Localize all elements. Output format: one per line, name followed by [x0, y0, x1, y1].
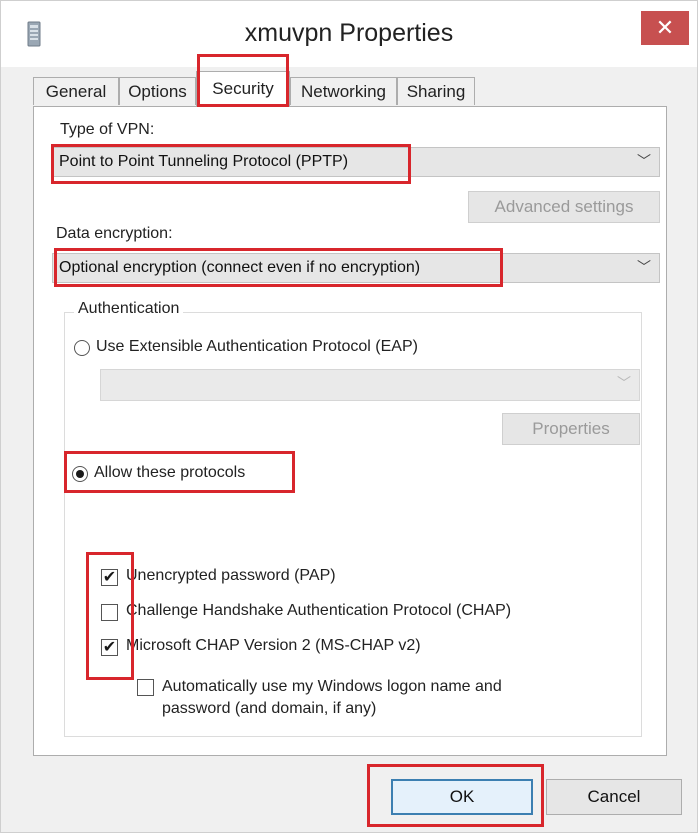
- vpn-type-label: Type of VPN:: [60, 121, 155, 138]
- vpn-type-value: Point to Point Tunneling Protocol (PPTP): [59, 153, 349, 170]
- data-encryption-label: Data encryption:: [56, 225, 173, 242]
- data-encryption-value: Optional encryption (connect even if no …: [59, 259, 421, 276]
- eap-radio[interactable]: [74, 340, 90, 356]
- close-button[interactable]: ✕: [641, 11, 689, 45]
- tab-options[interactable]: Options: [119, 77, 196, 105]
- allow-protocols-radio[interactable]: [72, 466, 88, 482]
- auto-logon-label[interactable]: Automatically use my Windows logon name …: [162, 676, 502, 720]
- close-icon: ✕: [655, 15, 675, 41]
- ms-chap-v2-label[interactable]: Microsoft CHAP Version 2 (MS-CHAP v2): [126, 637, 421, 655]
- authentication-legend: Authentication: [74, 300, 184, 318]
- ok-button[interactable]: OK: [391, 779, 533, 815]
- tab-sharing[interactable]: Sharing: [397, 77, 475, 105]
- ms-chap-v2-checkbox[interactable]: ✔: [101, 639, 118, 656]
- data-encryption-select[interactable]: Optional encryption (connect even if no …: [52, 253, 660, 283]
- window-title: xmuvpn Properties: [244, 19, 454, 47]
- properties-dialog: xmuvpn Properties ✕ General Options Secu…: [0, 0, 698, 833]
- chevron-down-icon: ﹀: [637, 154, 651, 170]
- vpn-type-select[interactable]: Point to Point Tunneling Protocol (PPTP)…: [52, 147, 660, 177]
- chap-checkbox[interactable]: [101, 604, 118, 621]
- auto-logon-checkbox[interactable]: [137, 679, 154, 696]
- tab-networking[interactable]: Networking: [290, 77, 397, 105]
- auto-logon-label-line1: Automatically use my Windows logon name …: [162, 678, 502, 695]
- pap-checkbox[interactable]: ✔: [101, 569, 118, 586]
- title-bar: xmuvpn Properties ✕: [1, 1, 697, 67]
- security-panel: Type of VPN: Point to Point Tunneling Pr…: [33, 106, 667, 756]
- eap-properties-button[interactable]: Properties: [502, 413, 640, 445]
- eap-radio-label[interactable]: Use Extensible Authentication Protocol (…: [96, 338, 418, 356]
- chevron-down-icon: ﹀: [637, 260, 651, 276]
- chap-label[interactable]: Challenge Handshake Authentication Proto…: [126, 602, 511, 620]
- auto-logon-label-line2: password (and domain, if any): [162, 700, 377, 717]
- eap-method-select[interactable]: ﹀: [100, 369, 640, 401]
- advanced-settings-button[interactable]: Advanced settings: [468, 191, 660, 223]
- allow-protocols-label[interactable]: Allow these protocols: [94, 464, 245, 482]
- chevron-down-icon: ﹀: [617, 376, 631, 392]
- pap-label[interactable]: Unencrypted password (PAP): [126, 567, 336, 585]
- tab-general[interactable]: General: [33, 77, 119, 105]
- cancel-button[interactable]: Cancel: [546, 779, 682, 815]
- tab-security[interactable]: Security: [196, 71, 290, 106]
